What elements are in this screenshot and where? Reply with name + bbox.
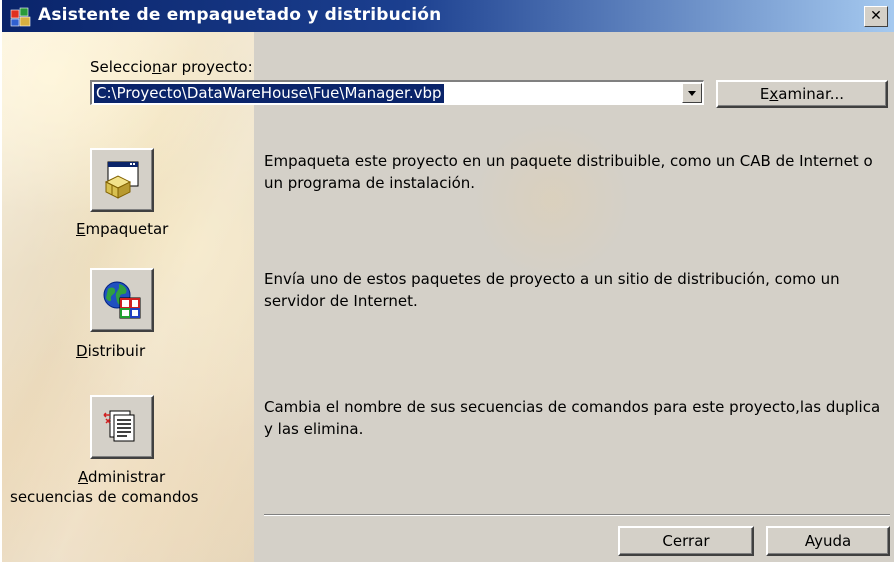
scripts-action-label-line2[interactable]: secuencias de comandos	[10, 488, 199, 506]
deploy-action-description: Envía uno de estos paquetes de proyecto …	[264, 270, 840, 310]
project-label: Seleccionar proyecto:	[90, 58, 253, 76]
package-action-description: Empaqueta este proyecto en un paquete di…	[264, 152, 873, 192]
scripts-action-button[interactable]	[90, 395, 154, 459]
globe-deploy-icon	[103, 281, 141, 319]
help-button[interactable]: Ayuda	[766, 526, 890, 556]
close-icon[interactable]: ✕	[864, 6, 888, 27]
title-bar[interactable]: Asistente de empaquetado y distribución …	[2, 0, 894, 32]
deploy-action-button[interactable]	[90, 268, 154, 332]
package-action-button[interactable]	[90, 148, 154, 212]
scripts-icon	[103, 410, 135, 442]
scripts-action-description: Cambia el nombre de sus secuencias de co…	[264, 398, 881, 438]
window-title: Asistente de empaquetado y distribución	[38, 5, 442, 25]
footer-divider	[264, 514, 890, 516]
scripts-action-label-line1[interactable]: Administrar	[78, 468, 165, 486]
deploy-action-label[interactable]: Distribuir	[76, 342, 145, 360]
package-icon	[104, 161, 139, 199]
browse-button[interactable]: Examinar...	[716, 80, 888, 108]
package-action-label[interactable]: Empaquetar	[76, 220, 168, 238]
project-path-combobox[interactable]: C:\Proyecto\DataWareHouse\Fue\Manager.vb…	[90, 80, 704, 105]
decorative-background-shape	[472, 120, 632, 280]
chevron-down-icon[interactable]	[682, 83, 702, 103]
wizard-window: Asistente de empaquetado y distribución …	[0, 0, 894, 562]
project-path-value: C:\Proyecto\DataWareHouse\Fue\Manager.vb…	[94, 84, 444, 103]
package-wizard-icon	[10, 7, 31, 27]
close-button[interactable]: Cerrar	[618, 526, 754, 556]
